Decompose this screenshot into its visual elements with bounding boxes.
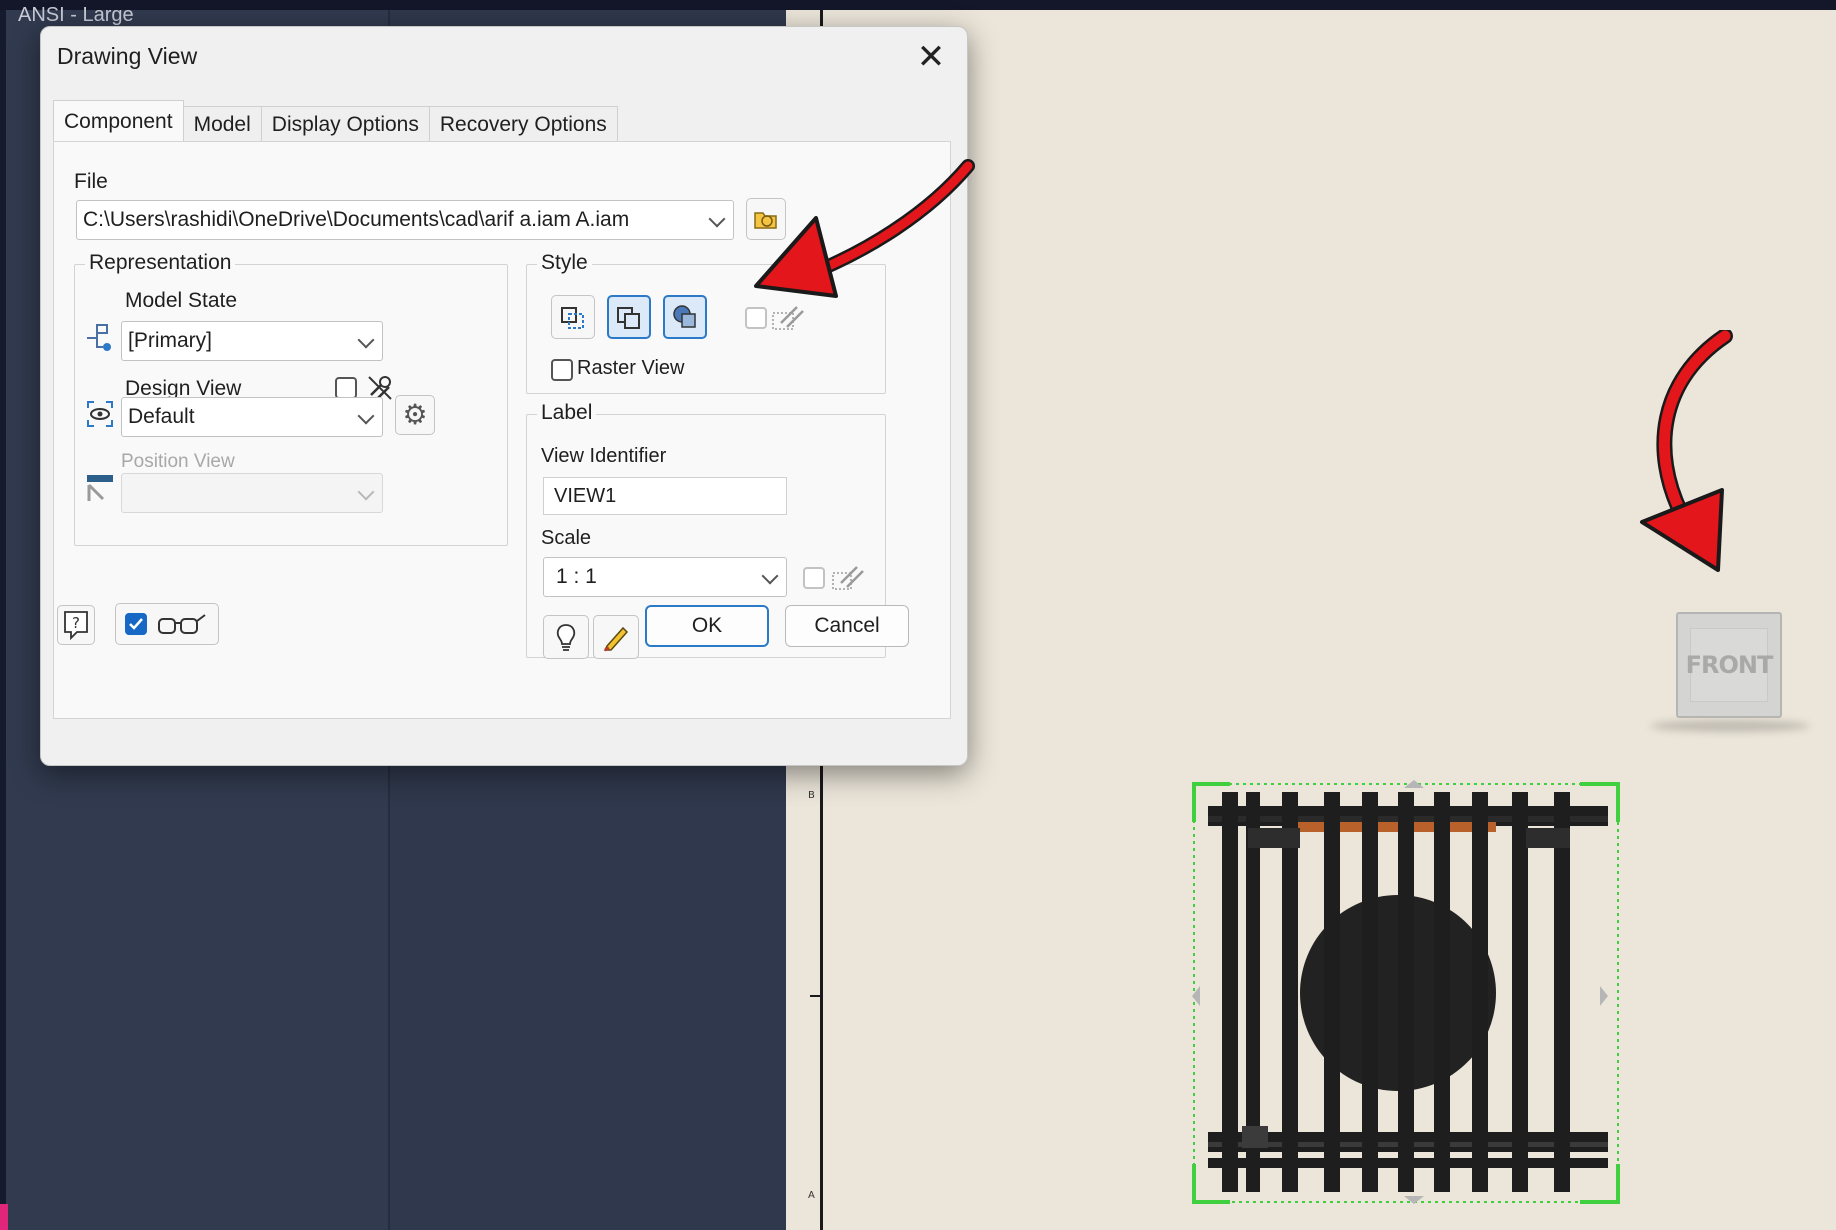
tab-recovery-options[interactable]: Recovery Options xyxy=(428,106,618,142)
representation-title: Representation xyxy=(85,251,236,275)
dialog-tabs: Component Model Display Options Recovery… xyxy=(53,100,618,142)
raster-view-checkbox[interactable] xyxy=(551,359,573,381)
design-view-combo[interactable]: Default xyxy=(121,397,383,437)
model-state-value: [Primary] xyxy=(128,329,212,352)
corner-bracket xyxy=(1580,1164,1620,1204)
file-combo[interactable]: C:\Users\rashidi\OneDrive\Documents\cad\… xyxy=(76,200,734,240)
design-view-associative-checkbox[interactable] xyxy=(335,377,357,399)
preview-checkbox[interactable] xyxy=(125,613,147,635)
style-hidden-line-button[interactable] xyxy=(551,295,595,339)
check-icon xyxy=(129,618,143,630)
pencil-icon xyxy=(603,626,629,652)
dialog-title: Drawing View xyxy=(57,43,198,69)
tab-component[interactable]: Component xyxy=(53,100,184,142)
sheet-title: ANSI - Large xyxy=(18,4,134,26)
chevron-down-icon xyxy=(357,483,375,501)
design-view-value: Default xyxy=(128,405,195,428)
raster-view-label: Raster View xyxy=(577,357,685,379)
shaded-style-icon xyxy=(673,305,696,328)
model-state-icon xyxy=(87,324,111,351)
help-button[interactable]: ? xyxy=(57,605,95,645)
view-cube[interactable]: FRONT xyxy=(1676,612,1782,718)
view-cube-shadow xyxy=(1650,720,1810,732)
design-view-eye-icon xyxy=(87,401,113,427)
zone-label-a: A xyxy=(808,1190,815,1201)
scale-combo[interactable]: 1 : 1 xyxy=(543,557,787,597)
annotation-arrow-icon xyxy=(754,159,975,298)
model-state-label: Model State xyxy=(125,289,238,312)
glasses-icon xyxy=(158,614,206,634)
scale-label: Scale xyxy=(541,527,592,549)
representation-group: Representation Model State [Primary] Des… xyxy=(74,251,508,546)
cancel-button[interactable]: Cancel xyxy=(785,605,909,647)
file-path-value: C:\Users\rashidi\OneDrive\Documents\cad\… xyxy=(83,208,630,231)
view-identifier-label: View Identifier xyxy=(541,445,667,467)
ok-button[interactable]: OK xyxy=(645,605,769,647)
zone-label-b: B xyxy=(808,790,815,801)
chevron-down-icon xyxy=(357,331,375,349)
hidden-line-style-icon xyxy=(561,307,584,329)
position-view-icon xyxy=(87,475,113,501)
view-identifier-input[interactable]: VIEW1 xyxy=(543,477,787,515)
drawing-view-dialog: Drawing View ✕ Component Model Display O… xyxy=(40,26,968,766)
top-frame xyxy=(0,0,1836,10)
file-label: File xyxy=(74,170,108,193)
preview-toggle[interactable] xyxy=(115,603,219,645)
chevron-down-icon xyxy=(708,210,726,228)
drawing-view-preview[interactable] xyxy=(1186,778,1628,1208)
edit-view-label-button[interactable] xyxy=(593,615,639,659)
close-icon[interactable]: ✕ xyxy=(911,37,951,77)
hidden-line-removed-style-icon xyxy=(617,307,640,329)
associative-disabled-icon xyxy=(832,566,864,590)
toggle-label-visibility-button[interactable] xyxy=(543,615,589,659)
chevron-down-icon xyxy=(357,407,375,425)
style-title: Style xyxy=(537,251,592,275)
sheet-zone-tick xyxy=(810,995,822,997)
model-state-combo[interactable]: [Primary] xyxy=(121,321,383,361)
tab-model[interactable]: Model xyxy=(182,106,262,142)
annotation-arrow-curved-icon xyxy=(1640,330,1733,572)
tab-display-options[interactable]: Display Options xyxy=(260,106,430,142)
lightbulb-icon xyxy=(556,624,576,651)
scale-associative-checkbox xyxy=(803,567,825,589)
position-view-label: Position View xyxy=(121,451,235,472)
gear-icon: ⚙ xyxy=(402,399,428,430)
chevron-down-icon xyxy=(761,567,779,585)
part-geometry xyxy=(1208,792,1608,1192)
scale-value: 1 : 1 xyxy=(556,565,597,588)
accent-edge xyxy=(0,1204,8,1230)
svg-text:?: ? xyxy=(72,614,80,632)
label-title: Label xyxy=(537,401,597,425)
help-icon: ? xyxy=(64,611,88,640)
view-identifier-value: VIEW1 xyxy=(554,484,617,507)
view-cube-front-face[interactable]: FRONT xyxy=(1686,628,1773,702)
style-hidden-line-removed-button[interactable] xyxy=(607,295,651,339)
grip-right[interactable] xyxy=(1600,986,1608,1006)
style-shaded-button[interactable] xyxy=(663,295,707,339)
design-view-settings-button[interactable]: ⚙ xyxy=(395,395,435,435)
position-view-combo xyxy=(121,473,383,513)
